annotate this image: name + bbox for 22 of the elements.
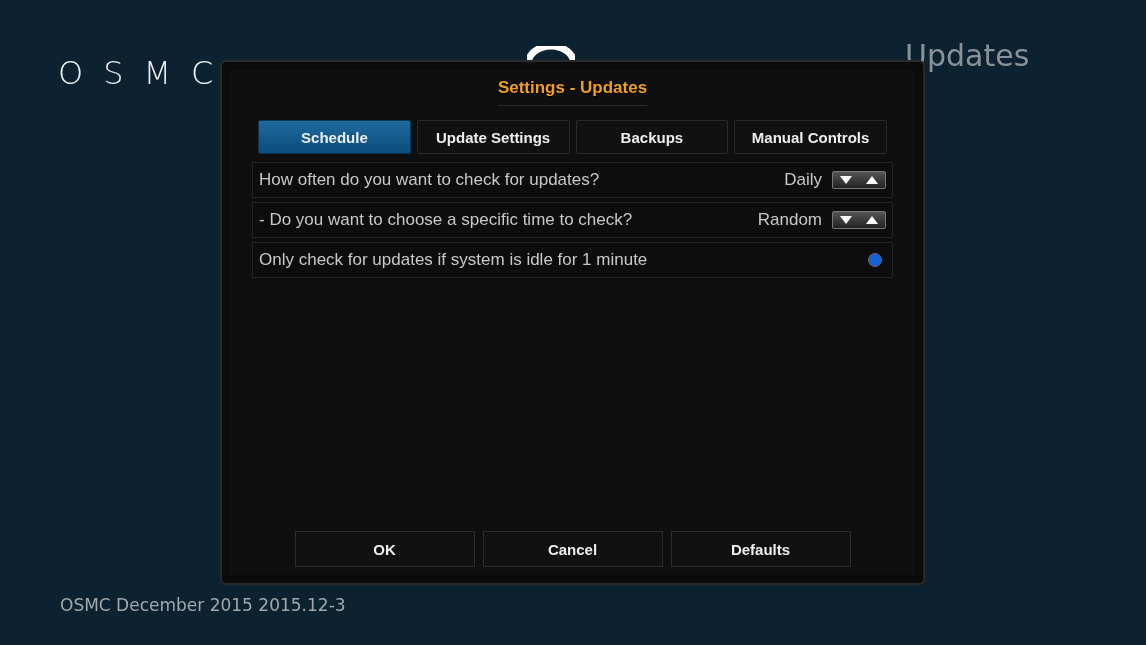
dialog-title: Settings - Updates <box>497 70 648 106</box>
setting-row[interactable]: - Do you want to choose a specific time to check? Random <box>252 202 893 238</box>
tab[interactable]: Backups <box>575 120 729 154</box>
setting-label: How often do you want to check for updates? <box>259 170 601 190</box>
tab[interactable]: Update Settings <box>416 120 570 154</box>
setting-label: - Do you want to choose a specific time to check? <box>259 210 634 230</box>
spinner-control[interactable] <box>832 211 886 229</box>
tab[interactable]: Schedule <box>258 120 411 154</box>
dialog-button[interactable]: OK <box>294 531 475 567</box>
logo: OSMC <box>58 54 234 92</box>
radio-indicator[interactable] <box>868 253 882 267</box>
setting-value: Daily <box>784 170 822 190</box>
setting-row[interactable]: Only check for updates if system is idle for 1 minute <box>252 242 893 278</box>
setting-label: Only check for updates if system is idle for 1 minute <box>259 250 649 270</box>
tab[interactable]: Manual Controls <box>734 120 887 154</box>
spinner-control[interactable] <box>832 171 886 189</box>
version-text: OSMC December 2015 2015.12-3 <box>60 595 346 615</box>
setting-row[interactable]: How often do you want to check for updates? Daily <box>252 162 893 198</box>
ring-icon <box>527 46 575 62</box>
dialog-button[interactable]: Cancel <box>482 531 663 567</box>
dialog-button[interactable]: Defaults <box>670 531 851 567</box>
setting-value: Random <box>757 210 822 230</box>
